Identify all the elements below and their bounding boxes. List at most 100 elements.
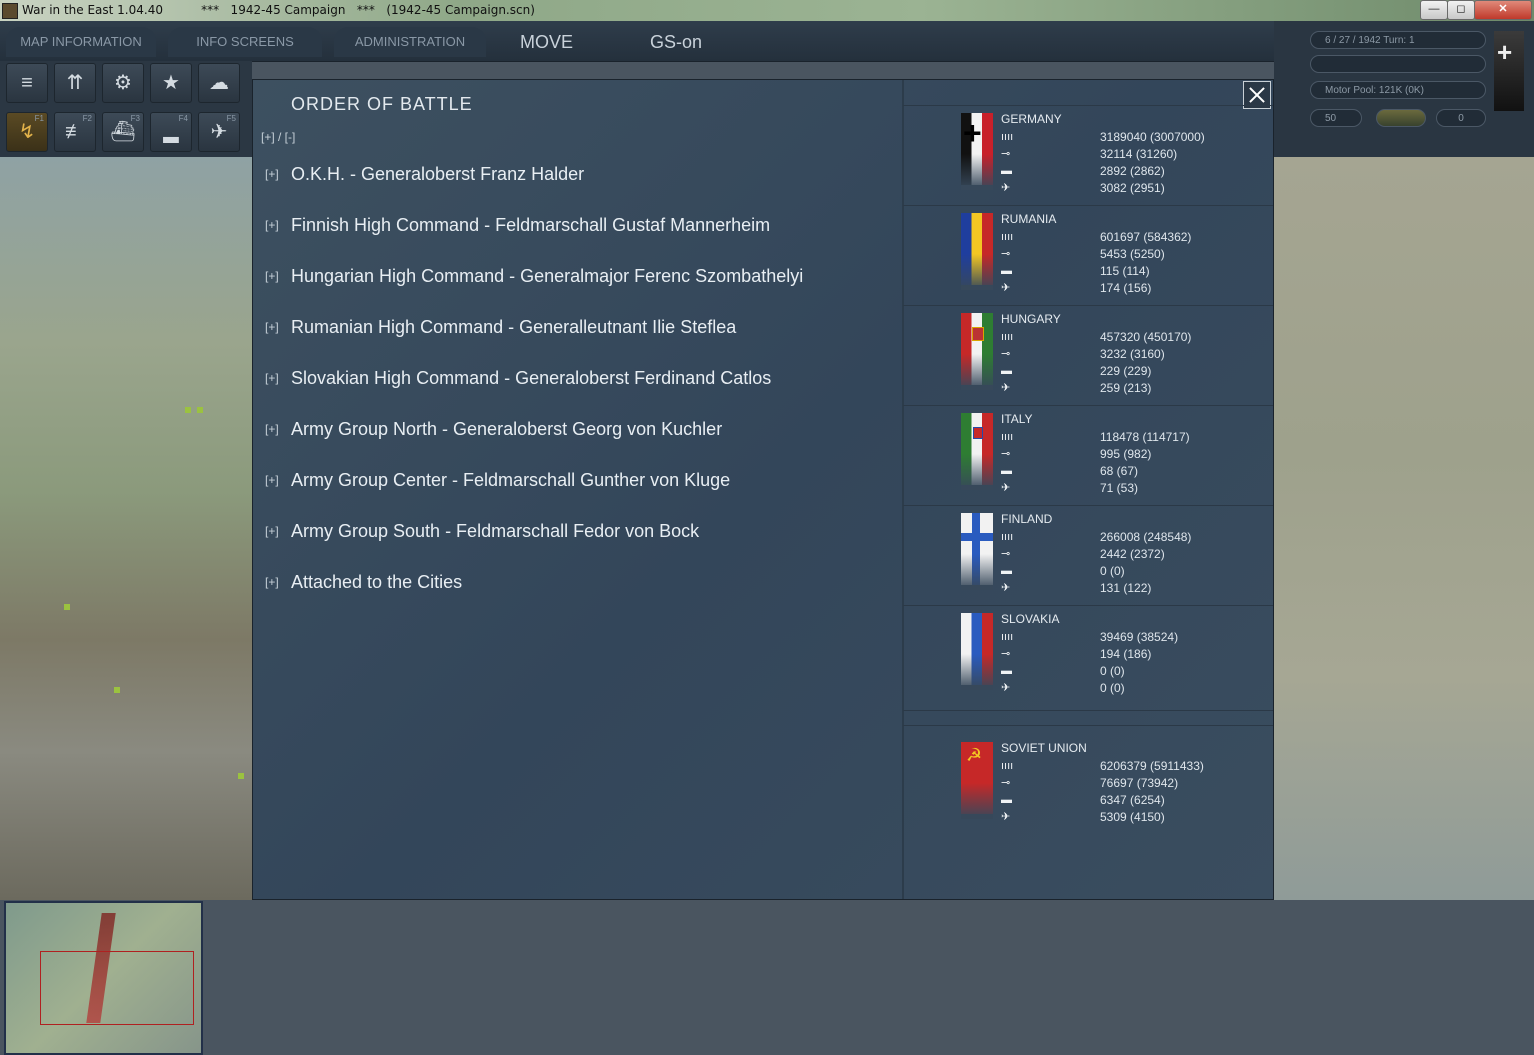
unit-marker[interactable] (114, 687, 120, 693)
tank-icon: ▬ (1001, 365, 1012, 377)
minimize-button[interactable]: — (1420, 0, 1448, 20)
tank-icon: ▬ (1001, 794, 1012, 806)
expand-toggle[interactable]: [+] (265, 467, 279, 493)
nation-name: SOVIET UNION (1001, 741, 1087, 755)
rail-icon[interactable]: ≢ F2 (54, 112, 96, 152)
maximize-button[interactable]: ◻ (1447, 0, 1475, 20)
aircraft-value: 71 (53) (1100, 481, 1139, 495)
expand-toggle[interactable]: [+] (265, 569, 279, 595)
men-value: 6206379 (5911433) (1100, 759, 1204, 773)
tab-info-screens[interactable]: INFO SCREENS (168, 27, 322, 57)
expand-collapse-all[interactable]: [+] / [-] (261, 130, 295, 144)
afv-value: 68 (67) (1100, 464, 1139, 478)
nation-name: GERMANY (1001, 112, 1062, 126)
expand-toggle[interactable]: [+] (265, 314, 279, 340)
command-label[interactable]: Rumanian High Command - Generalleutnant … (291, 314, 736, 340)
star-icon[interactable]: ★ (150, 63, 192, 103)
artillery-icon: ⊸ (1001, 248, 1011, 260)
zoom-field[interactable]: 50 (1310, 109, 1362, 127)
expand-toggle[interactable]: [+] (265, 416, 279, 442)
infantry-icon: ıııı (1001, 431, 1014, 443)
move-mode-button[interactable]: MOVE (520, 27, 573, 57)
aircraft-value: 3082 (2951) (1100, 181, 1165, 195)
guns-value: 5453 (5250) (1100, 247, 1165, 261)
men-value: 118478 (114717) (1100, 430, 1190, 444)
supply-toggle[interactable] (1376, 109, 1426, 127)
expand-toggle[interactable]: [+] (265, 365, 279, 391)
aircraft-icon: ✈ (1001, 811, 1011, 823)
command-toolbar: ≡ ⇈ ⚙ ★ ☁ ↯ F1 ≢ F2 ⛴ F3 ▂ F4 ✈ F5 (0, 61, 252, 157)
tab-map-information[interactable]: MAP INFORMATION (6, 27, 156, 57)
nation-panel-finland: FINLAND ıııı ⊸ ▬ ✈ 266008 (248548) 2442 … (903, 505, 1273, 605)
game-map-left[interactable] (0, 157, 252, 1055)
aircraft-value: 259 (213) (1100, 381, 1152, 395)
nation-emblem: + (1494, 31, 1524, 111)
expand-toggle[interactable]: [+] (265, 518, 279, 544)
guns-value: 32114 (31260) (1100, 147, 1178, 161)
unit-marker[interactable] (185, 407, 191, 413)
counter-toggle[interactable]: 0 (1436, 109, 1486, 127)
command-label[interactable]: Army Group South - Feldmarschall Fedor v… (291, 518, 699, 544)
game-map-right[interactable] (1274, 157, 1534, 900)
infantry-icon: ıııı (1001, 631, 1014, 643)
guns-value: 76697 (73942) (1100, 776, 1179, 790)
unit-marker[interactable] (197, 407, 203, 413)
nation-name: HUNGARY (1001, 312, 1061, 326)
aircraft-icon: ✈ (1001, 182, 1011, 194)
expand-toggle[interactable]: [+] (265, 212, 279, 238)
aircraft-value: 0 (0) (1100, 681, 1125, 695)
aircraft-icon: ✈ (1001, 382, 1011, 394)
infantry-icon: ıııı (1001, 231, 1014, 243)
tab-administration[interactable]: ADMINISTRATION (334, 27, 486, 57)
nation-panel-hungary: HUNGARY ıııı ⊸ ▬ ✈ 457320 (450170) 3232 … (903, 305, 1273, 405)
minimap-viewport[interactable] (40, 951, 194, 1025)
order-of-battle-dialog: ORDER OF BATTLE [+] / [-] [+] O.K.H. - G… (252, 79, 1274, 900)
command-label[interactable]: Finnish High Command - Feldmarschall Gus… (291, 212, 770, 238)
afv-value: 0 (0) (1100, 564, 1125, 578)
motor-pool-display: Motor Pool: 121K (0K) (1310, 81, 1486, 99)
nation-name: FINLAND (1001, 512, 1053, 526)
expand-toggle[interactable]: [+] (265, 161, 279, 187)
unit-stack-icon[interactable]: ≡ (6, 63, 48, 103)
hotkey-f5-label: F5 (226, 114, 236, 123)
aircraft-icon: ✈ (1001, 682, 1011, 694)
gear-icon[interactable]: ⚙ (102, 63, 144, 103)
sliders-icon[interactable]: ⇈ (54, 63, 96, 103)
nation-panel-slovakia: SLOVAKIA ıııı ⊸ ▬ ✈ 39469 (38524) 194 (1… (903, 605, 1273, 705)
command-label[interactable]: Hungarian High Command - Generalmajor Fe… (291, 263, 803, 289)
tank-icon: ▬ (1001, 565, 1012, 577)
afv-value: 6347 (6254) (1100, 793, 1165, 807)
afv-value: 115 (114) (1100, 264, 1150, 278)
iron-cross-icon: + (1497, 37, 1513, 67)
tank-icon: ▬ (1001, 665, 1012, 677)
weather-icon[interactable]: ☁ (198, 63, 240, 103)
men-value: 39469 (38524) (1100, 630, 1179, 644)
section-separator (903, 710, 1273, 726)
command-label[interactable]: Army Group Center - Feldmarschall Gunthe… (291, 467, 730, 493)
nation-name: ITALY (1001, 412, 1033, 426)
guns-value: 3232 (3160) (1100, 347, 1165, 361)
command-label[interactable]: Attached to the Cities (291, 569, 462, 595)
unit-marker[interactable] (64, 604, 70, 610)
ship-icon[interactable]: ▂ F4 (150, 112, 192, 152)
nation-panel-soviet-union: ☭ SOVIET UNION ıııı ⊸ ▬ ✈ 6206379 (59114… (903, 735, 1273, 834)
infantry-icon: ıııı (1001, 331, 1014, 343)
unit-marker[interactable] (238, 773, 244, 779)
hotkey-f1-label: F1 (34, 114, 44, 123)
command-label[interactable]: Slovakian High Command - Generaloberst F… (291, 365, 771, 391)
artillery-icon: ⊸ (1001, 548, 1011, 560)
nation-panel-rumania: RUMANIA ıııı ⊸ ▬ ✈ 601697 (584362) 5453 … (903, 205, 1273, 305)
naval-icon[interactable]: ⛴ F3 (102, 112, 144, 152)
infantry-icon: ıııı (1001, 760, 1014, 772)
expand-toggle[interactable]: [+] (265, 263, 279, 289)
close-window-button[interactable]: ✕ (1474, 0, 1532, 20)
guns-value: 2442 (2372) (1100, 547, 1165, 561)
command-label[interactable]: O.K.H. - Generaloberst Franz Halder (291, 161, 584, 187)
command-label[interactable]: Army Group North - Generaloberst Georg v… (291, 416, 722, 442)
air-icon[interactable]: ✈ F5 (198, 112, 240, 152)
hotkey-f2-label: F2 (82, 114, 92, 123)
gs-toggle-button[interactable]: GS-on (650, 27, 702, 57)
aircraft-value: 174 (156) (1100, 281, 1152, 295)
movement-path-icon[interactable]: ↯ F1 (6, 112, 48, 152)
minimap[interactable] (4, 901, 203, 1055)
